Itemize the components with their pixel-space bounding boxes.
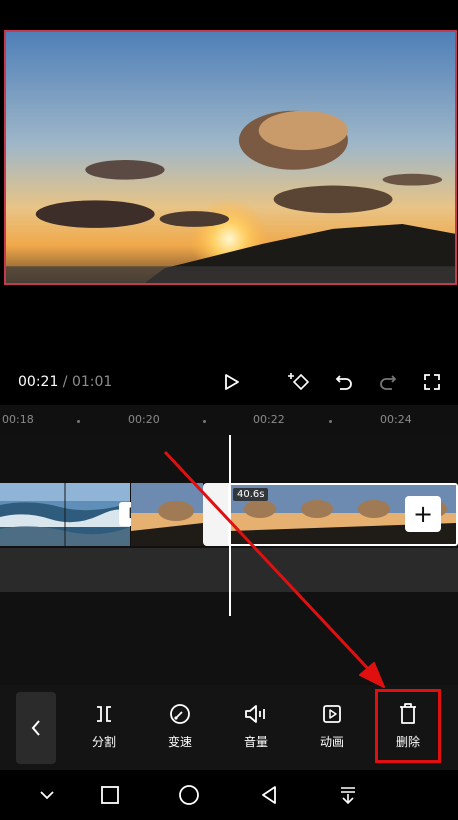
fullscreen-icon (424, 374, 440, 390)
toolbar-back-button[interactable] (16, 692, 56, 764)
clip-trim-handle[interactable] (203, 483, 229, 546)
animation-label: 动画 (319, 735, 344, 749)
play-button[interactable] (217, 368, 245, 396)
ruler-tick: 00:24 (380, 413, 412, 426)
edit-toolbar: 分割 变速 音量 动画 删除 (0, 685, 458, 770)
split-label: 分割 (91, 735, 116, 749)
sunset-thumbnail (131, 483, 203, 546)
undo-button[interactable] (330, 368, 358, 396)
ruler-dot (77, 420, 80, 423)
split-icon (97, 706, 111, 722)
volume-tool[interactable]: 音量 (226, 699, 286, 759)
animation-icon (323, 705, 341, 723)
total-time: 01:01 (71, 374, 113, 390)
home-button[interactable] (174, 780, 204, 810)
video-clip-sunset-1[interactable] (131, 483, 203, 546)
current-time: 00:21 (18, 374, 59, 390)
circle-icon (179, 785, 199, 805)
chevron-left-icon (31, 720, 40, 736)
keyframe-add-icon (288, 373, 310, 391)
play-icon (225, 374, 239, 390)
triangle-back-icon (262, 786, 276, 804)
chevron-down-icon (40, 791, 54, 800)
ocean-thumbnail (0, 483, 130, 546)
video-preview-area (0, 0, 458, 405)
keyframe-button[interactable] (286, 368, 314, 396)
delete-highlight-box (375, 689, 441, 763)
clip-duration-badge: 40.6s (233, 488, 269, 501)
redo-button[interactable] (374, 368, 402, 396)
video-clip-ocean[interactable] (0, 483, 130, 546)
notification-shade-button[interactable] (333, 780, 363, 810)
speed-label: 变速 (167, 735, 192, 749)
timecode: 00:21 / 01:01 (18, 374, 112, 390)
plus-icon: + (412, 500, 434, 528)
volume-label: 音量 (243, 735, 268, 749)
playback-controls: 00:21 / 01:01 (0, 362, 458, 402)
back-button[interactable] (254, 780, 284, 810)
speed-icon (170, 704, 190, 724)
animation-tool[interactable]: 动画 (302, 699, 362, 759)
playhead[interactable] (229, 435, 231, 616)
recents-button[interactable] (95, 780, 125, 810)
timeline-area[interactable]: I 40.6s + (0, 435, 458, 685)
video-frame[interactable] (4, 30, 457, 285)
ruler-tick: 00:20 (128, 413, 160, 426)
collapse-nav-button[interactable] (32, 780, 62, 810)
add-clip-button[interactable]: + (405, 496, 441, 532)
ruler-tick: 00:22 (253, 413, 285, 426)
ruler-dot (203, 420, 206, 423)
time-separator: / (58, 374, 72, 390)
ruler-dot (329, 420, 332, 423)
volume-icon (245, 705, 265, 723)
speed-tool[interactable]: 变速 (150, 699, 210, 759)
pull-down-icon (341, 787, 355, 805)
redo-icon (380, 375, 397, 390)
square-icon (101, 786, 119, 804)
system-navigation-bar (0, 770, 458, 820)
timeline-ruler[interactable]: 00:18 00:20 00:22 00:24 (0, 405, 458, 435)
sunset-frame-image (6, 32, 455, 283)
fullscreen-button[interactable] (418, 368, 446, 396)
undo-icon (335, 375, 352, 390)
split-tool[interactable]: 分割 (74, 699, 134, 759)
ruler-tick: 00:18 (2, 413, 34, 426)
